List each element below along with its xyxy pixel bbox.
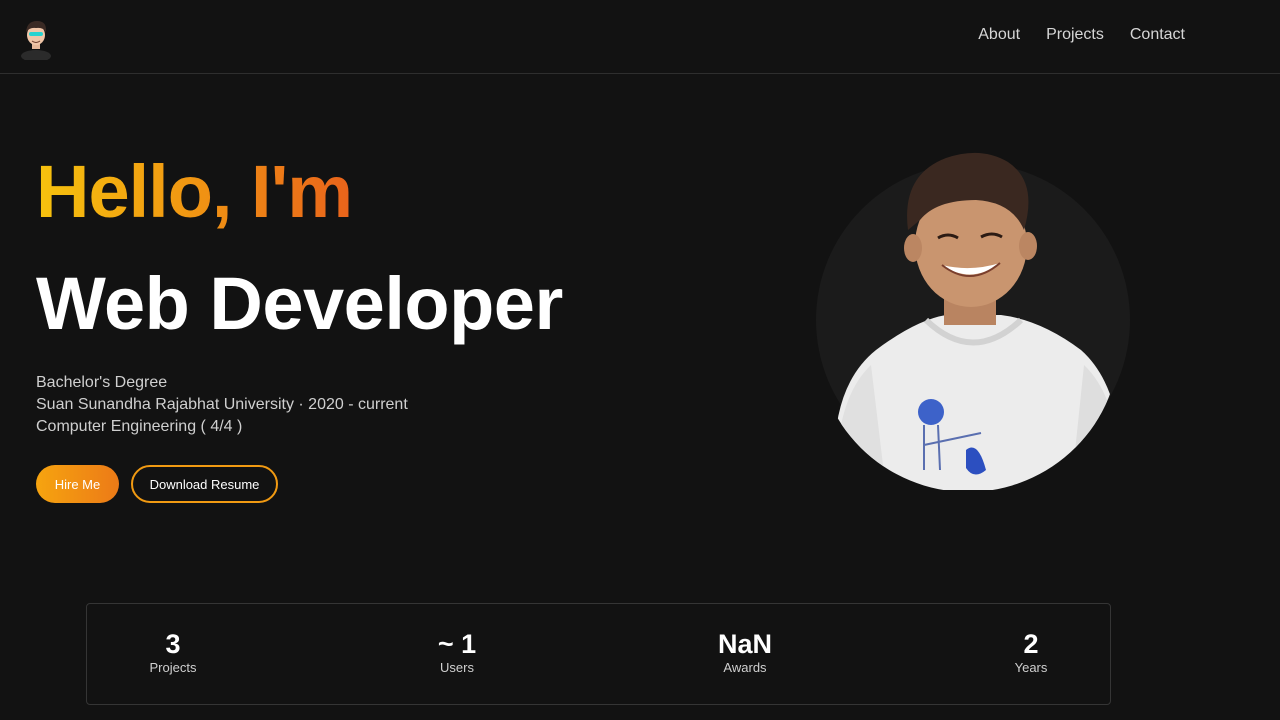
stat-label: Projects (149, 660, 197, 675)
hire-me-button[interactable]: Hire Me (36, 465, 119, 503)
major-text: Computer Engineering ( 4/4 ) (36, 418, 243, 435)
nav-link-contact[interactable]: Contact (1130, 24, 1185, 46)
stat-label: Years (1014, 660, 1048, 675)
stat-years: 2 Years (1015, 628, 1048, 676)
stat-label: Users (440, 660, 474, 675)
nav-link-about[interactable]: About (978, 24, 1020, 46)
download-resume-button[interactable]: Download Resume (131, 465, 278, 503)
cartoon-avatar-icon[interactable] (19, 18, 53, 62)
stat-awards: NaN Awards (718, 628, 772, 676)
hero-role: Web Developer (36, 262, 563, 345)
stat-projects: 3 Projects (150, 628, 197, 676)
hero-greeting: Hello, I'm (36, 147, 353, 237)
stats-panel: 3 Projects ~ 1 Users NaN Awards 2 Years (86, 603, 1111, 705)
stat-value: NaN (717, 629, 773, 659)
profile-portrait (816, 150, 1130, 495)
stat-users: ~ 1 Users (438, 628, 476, 676)
stat-value: 3 (165, 629, 181, 659)
degree-text: Bachelor's Degree (36, 374, 168, 391)
stat-value: ~ 1 (437, 629, 477, 659)
education-info: Bachelor's Degree Suan Sunandha Rajabhat… (36, 372, 408, 438)
stat-label: Awards (723, 660, 767, 675)
nav-link-projects[interactable]: Projects (1046, 24, 1104, 46)
stat-value: 2 (1023, 629, 1039, 659)
nav-links: About Projects Contact (978, 24, 1185, 46)
university-text: Suan Sunandha Rajabhat University · 2020… (36, 396, 408, 413)
navbar: About Projects Contact (0, 0, 1280, 74)
